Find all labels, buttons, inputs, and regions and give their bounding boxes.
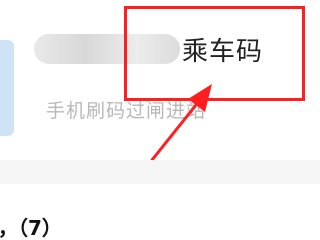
section-header: ，（7） (0, 184, 320, 240)
service-card[interactable]: 乘车码 手机刷码过闸进站 (0, 0, 320, 162)
section-divider (0, 160, 320, 184)
section-count-label: ，（7） (0, 216, 62, 240)
